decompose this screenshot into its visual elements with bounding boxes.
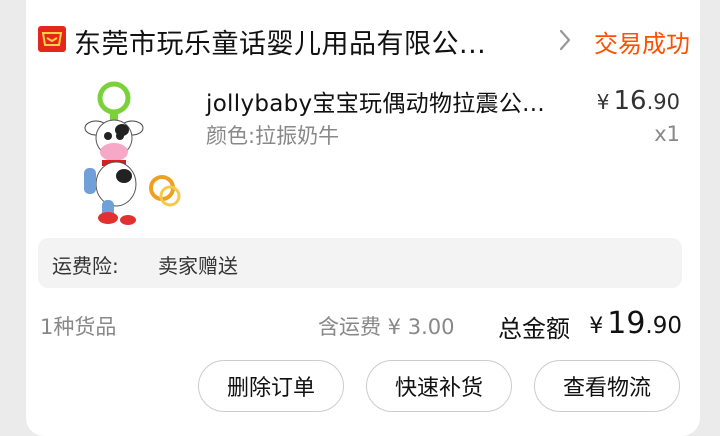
order-card: 东莞市玩乐童话婴儿用品有限公... 交易成功 jollybaby宝宝玩偶动物拉震…	[26, 0, 700, 436]
product-variant: 颜色:拉振奶牛	[206, 124, 340, 148]
price-currency: ¥	[596, 90, 610, 114]
total-decimal: .90	[645, 313, 682, 339]
total-currency: ¥	[589, 314, 604, 339]
total-label: 总金额	[498, 315, 570, 343]
product-title[interactable]: jollybaby宝宝玩偶动物拉震公...	[206, 84, 545, 118]
total-integer: 19	[607, 306, 646, 341]
total-price: ¥19.90	[589, 306, 682, 341]
insurance-value: 卖家赠送	[158, 254, 238, 278]
shipping-fee: 含运费 ¥ 3.00	[318, 315, 455, 339]
price-integer: 16	[613, 86, 647, 116]
restock-button[interactable]: 快速补货	[366, 360, 512, 412]
shop-icon	[38, 26, 66, 52]
product-price: ¥16.90	[597, 86, 680, 116]
product-image[interactable]	[66, 76, 190, 226]
shipping-insurance-bar: 运费险: 卖家赠送	[38, 238, 682, 288]
delete-order-button[interactable]: 删除订单	[198, 360, 344, 412]
price-decimal: .90	[646, 90, 680, 114]
product-quantity: x1	[654, 122, 680, 146]
insurance-label: 运费险:	[52, 254, 119, 278]
view-logistics-button[interactable]: 查看物流	[534, 360, 680, 412]
order-status: 交易成功	[594, 30, 690, 58]
shop-name[interactable]: 东莞市玩乐童话婴儿用品有限公...	[74, 22, 486, 61]
item-count: 1种货品	[40, 315, 117, 339]
chevron-right-icon[interactable]	[558, 28, 572, 56]
order-header[interactable]: 东莞市玩乐童话婴儿用品有限公... 交易成功	[38, 14, 690, 66]
